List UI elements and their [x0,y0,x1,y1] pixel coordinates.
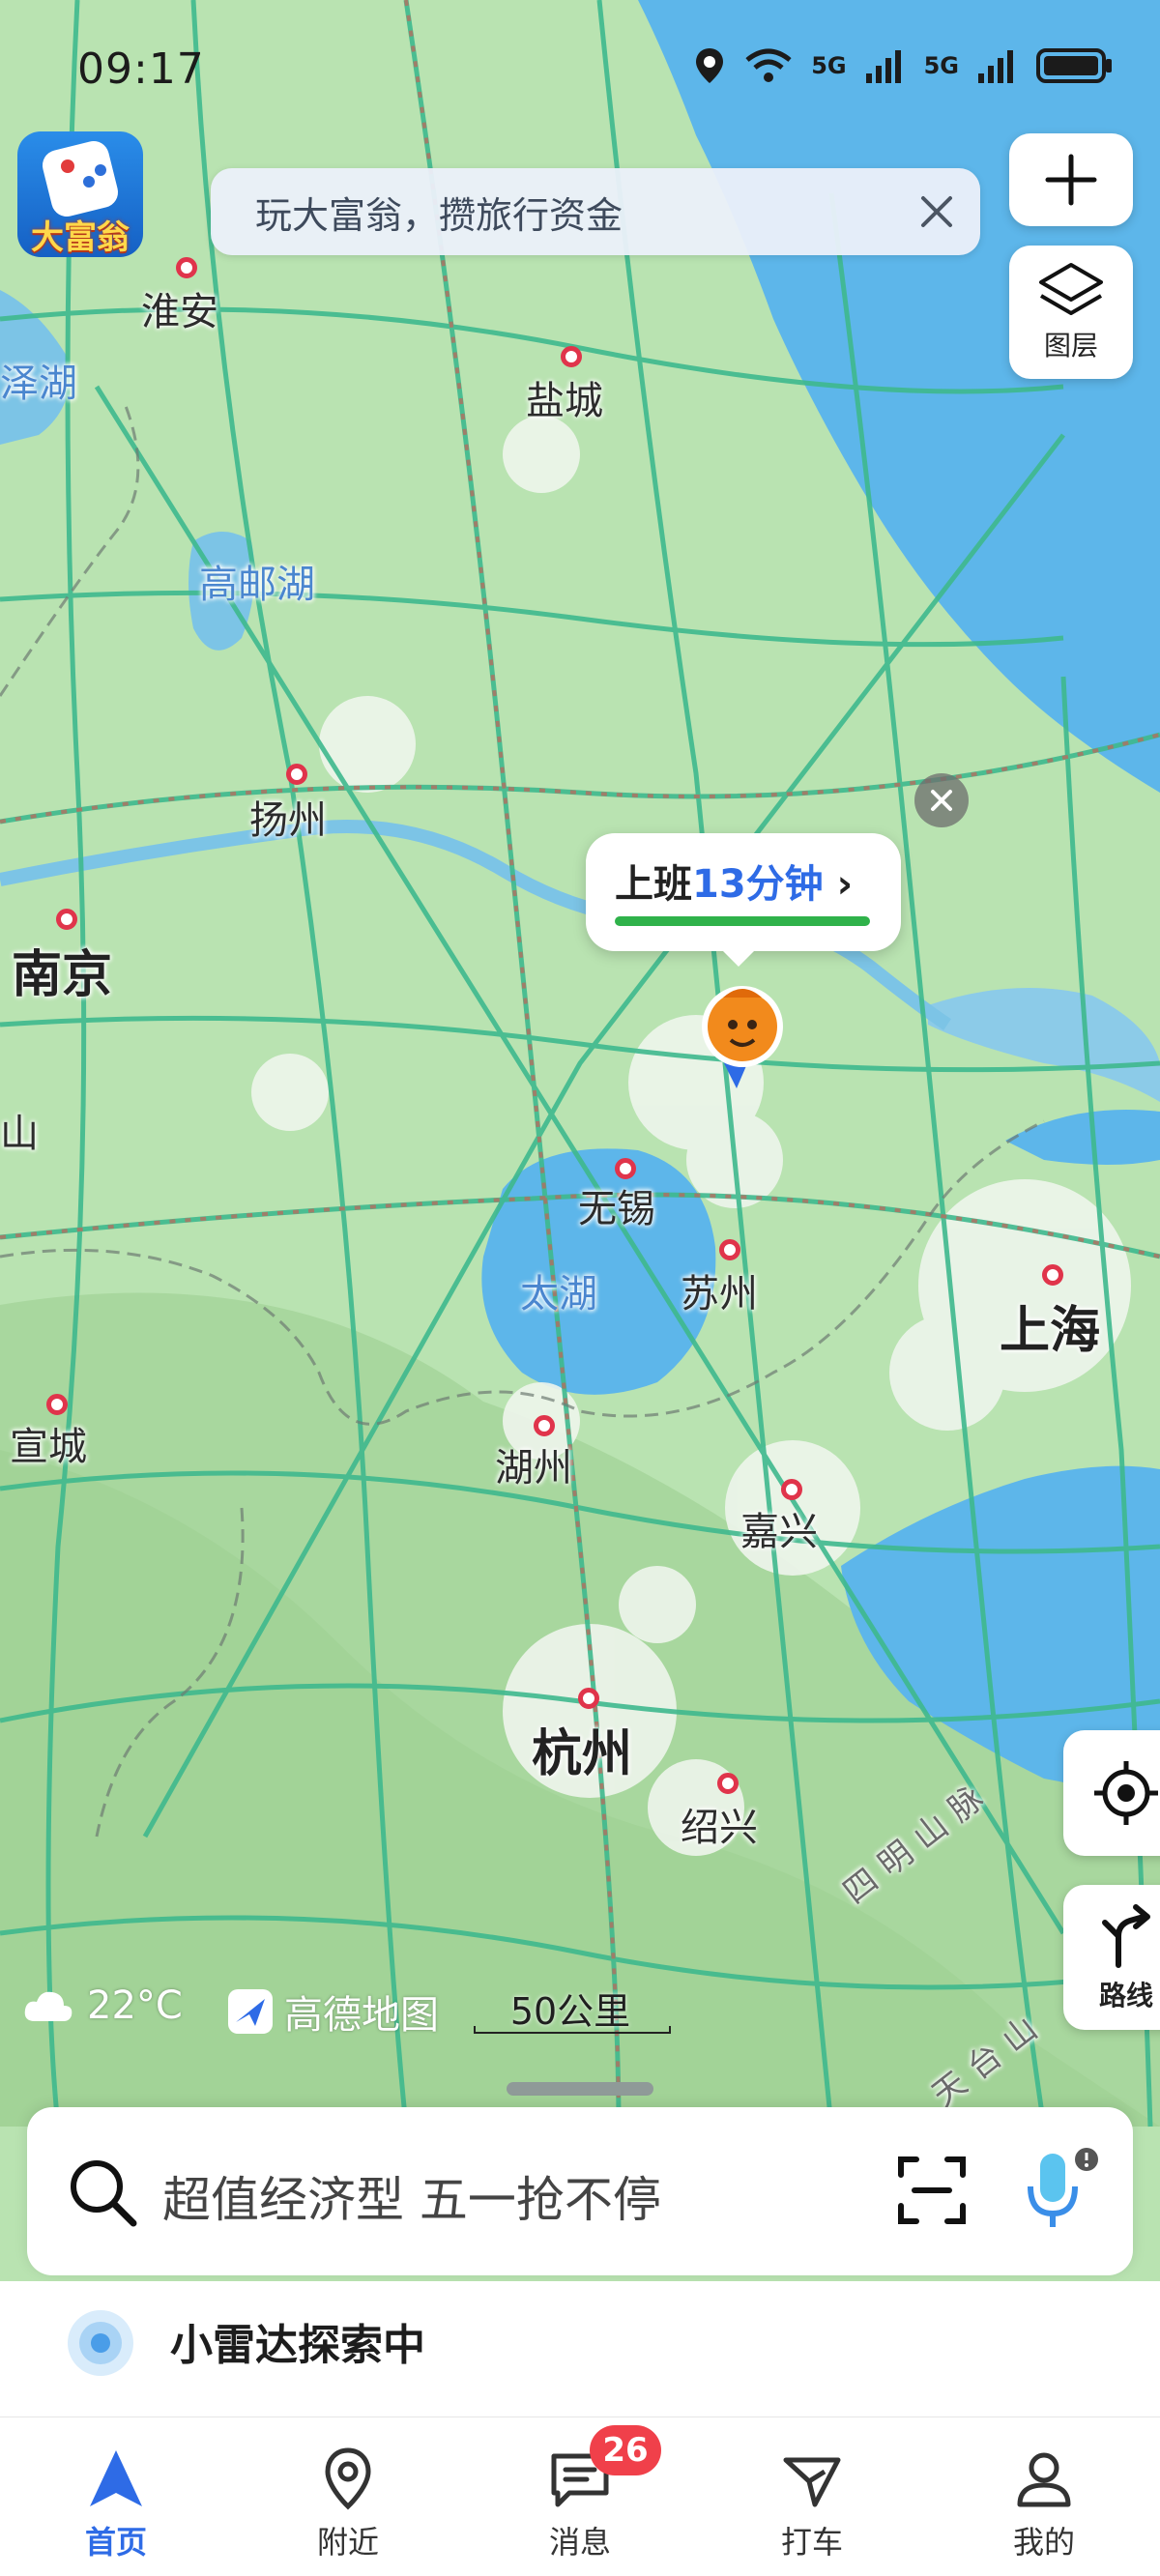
commute-time: 13分钟 [692,862,824,907]
promo-game-icon[interactable]: 大富翁 [17,131,143,257]
city-dot-shanghai [1042,1264,1063,1286]
amap-logo-icon [228,1989,273,2034]
label-zehu: 泽湖 [0,362,77,406]
scan-button[interactable] [895,2154,969,2227]
label-gaoyouhu: 高邮湖 [199,563,315,607]
tab-home-label: 首页 [84,2524,147,2561]
layers-button[interactable]: 图层 [1009,246,1133,379]
sheet-drag-handle[interactable] [507,2082,653,2096]
scan-icon [898,2156,966,2224]
crosshair-icon [1094,1761,1158,1825]
plus-icon [1045,154,1097,206]
label-huzhou: 湖州 [495,1446,572,1491]
tab-taxi-label: 打车 [780,2524,843,2561]
location-pin-icon [325,2447,371,2510]
label-xuancheng: 宣城 [10,1425,87,1469]
city-dot-hangzhou [578,1688,599,1709]
label-shan: 山 [0,1112,39,1156]
bottom-tab-bar: 首页 附近 消息 26 打车 我的 [0,2417,1160,2576]
status-icons: 5G 5G [693,46,1114,85]
location-icon [696,48,724,83]
weather-temp: 22°C [87,1983,183,2028]
voice-button[interactable] [1017,2146,1104,2233]
tab-profile-label: 我的 [1012,2524,1075,2561]
signal-icon-1 [865,50,901,83]
layers-icon [1039,263,1103,315]
home-icon [90,2450,142,2506]
city-dot-suzhou [719,1239,740,1260]
zoom-in-button[interactable] [1009,133,1133,226]
close-icon [921,196,952,227]
profile-icon [1017,2452,1071,2507]
commute-prefix: 上班 [615,862,692,907]
label-yancheng: 盐城 [526,379,603,423]
search-input[interactable]: 超值经济型 五一抢不停 [162,2161,661,2231]
label-suzhou: 苏州 [681,1272,758,1317]
promo-label: 大富翁 [31,218,130,257]
label-jiaxing: 嘉兴 [740,1510,818,1554]
banner-close-button[interactable] [893,168,980,255]
city-dot-huaian [176,257,197,278]
microphone-icon [1028,2148,1098,2227]
route-icon [1102,1904,1150,1968]
city-dot-xuancheng [46,1394,68,1415]
weather-widget[interactable]: 22°C [21,1983,183,2028]
tab-messages-label: 消息 [548,2524,611,2561]
city-dot-yangzhou [286,764,307,785]
battery-icon [1036,48,1112,83]
label-taihu: 太湖 [520,1272,597,1317]
brand-logo: 高德地图 [226,1983,439,2040]
network-label-1: 5G [811,52,847,79]
route-label: 路线 [1098,1980,1153,2012]
taxi-icon [783,2457,841,2507]
search-bar[interactable]: 超值经济型 五一抢不停 [27,2107,1133,2275]
banner-text: 玩大富翁，攒旅行资金 [255,193,624,237]
label-shaoxing: 绍兴 [681,1806,758,1850]
tab-home[interactable]: 首页 [0,2417,232,2576]
user-location-marker[interactable] [694,976,791,1092]
locate-button[interactable] [1063,1730,1160,1856]
status-time: 09:17 [77,44,205,94]
label-nanjing: 南京 [12,946,113,1004]
radar-row[interactable]: 小雷达探索中 [0,2281,1160,2417]
search-icon [71,2160,137,2227]
city-dot-shaoxing [717,1773,739,1794]
map-marker-close-button[interactable] [914,773,969,827]
label-shanghai: 上海 [1000,1302,1101,1360]
commute-text: 上班13分钟 › [615,862,854,907]
message-count-badge: 26 [590,2425,661,2475]
brand-name: 高德地图 [284,1993,439,2038]
tab-nearby-label: 附近 [316,2524,379,2561]
label-hangzhou: 杭州 [532,1725,633,1783]
label-huaian: 淮安 [141,290,218,334]
promo-banner[interactable]: 玩大富翁，攒旅行资金 [211,168,980,255]
close-icon [931,790,952,811]
network-label-2: 5G [923,52,959,79]
tab-messages[interactable]: 消息 26 [464,2417,696,2576]
scale-bar [474,2026,671,2034]
radar-text: 小雷达探索中 [170,2321,425,2370]
avatar-marker-icon [702,986,783,1088]
signal-icon-2 [978,50,1013,83]
layers-label: 图层 [1043,330,1098,362]
commute-card[interactable]: 上班13分钟 › [586,833,901,967]
route-button[interactable]: 路线 [1063,1885,1160,2030]
city-dot-nanjing [56,909,77,930]
tab-profile[interactable]: 我的 [928,2417,1160,2576]
label-wuxi: 无锡 [578,1187,655,1231]
tab-taxi[interactable]: 打车 [696,2417,928,2576]
city-dot-wuxi [615,1158,636,1179]
label-yangzhou: 扬州 [249,798,327,843]
cloud-icon [24,1991,72,2021]
radar-icon [68,2310,133,2376]
commute-pointer [721,949,756,967]
city-dot-jiaxing [781,1479,802,1500]
wifi-icon [745,48,792,82]
city-dot-huzhou [534,1415,555,1436]
tab-nearby[interactable]: 附近 [232,2417,464,2576]
commute-traffic-bar [615,916,870,926]
city-dot-yancheng [561,346,582,367]
